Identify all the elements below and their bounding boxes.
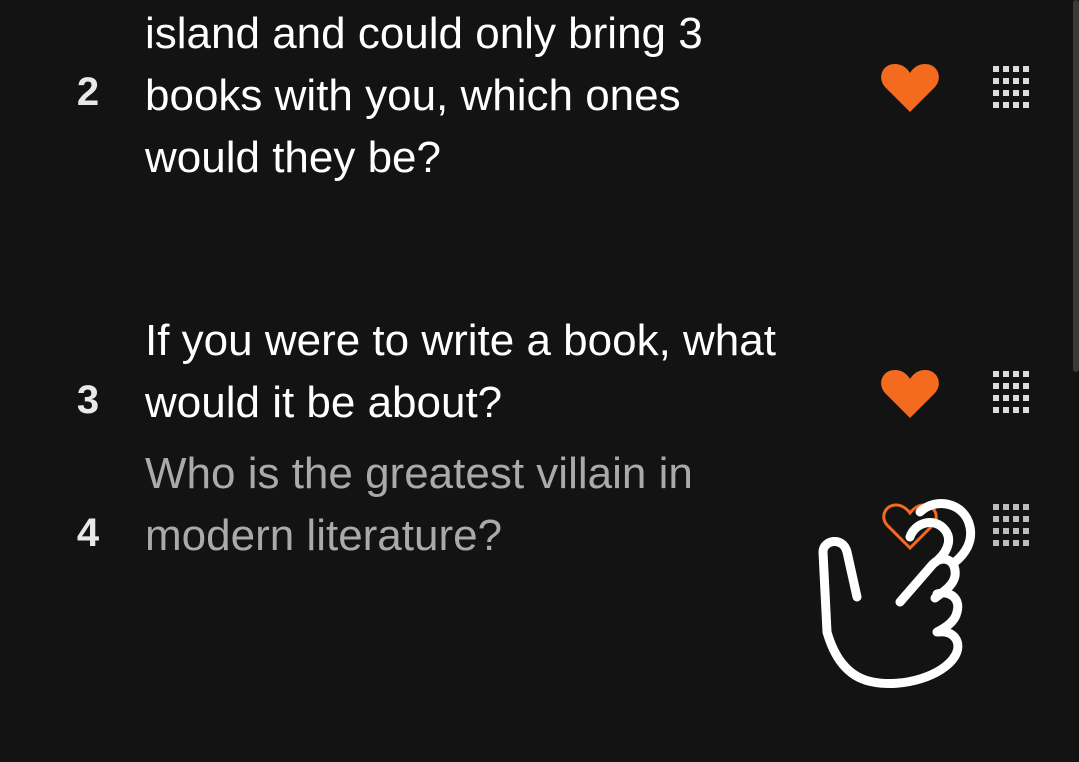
question-text: If you were to write a book, what would … — [145, 316, 776, 420]
question-item-4[interactable]: 4 Who is the greatest villain in modern … — [0, 443, 1079, 573]
heart-filled-icon[interactable] — [880, 62, 940, 114]
question-number: 4 — [76, 511, 100, 555]
question-text: island and could only bring 3 books with… — [145, 9, 703, 182]
drag-handle-icon[interactable] — [990, 368, 1030, 420]
question-number: 3 — [76, 378, 100, 420]
question-text: Who is the greatest villain in modern li… — [145, 449, 693, 560]
drag-handle-icon[interactable] — [990, 63, 1030, 115]
question-number: 2 — [76, 70, 100, 114]
question-item-3[interactable]: 3 If you were to write a book, what woul… — [0, 310, 1079, 420]
drag-handle-icon[interactable] — [990, 501, 1030, 553]
heart-filled-icon[interactable] — [880, 368, 940, 420]
scrollbar[interactable] — [1073, 0, 1079, 372]
heart-outline-icon[interactable] — [880, 501, 940, 553]
question-item-2[interactable]: 2 island and could only bring 3 books wi… — [0, 0, 1079, 200]
